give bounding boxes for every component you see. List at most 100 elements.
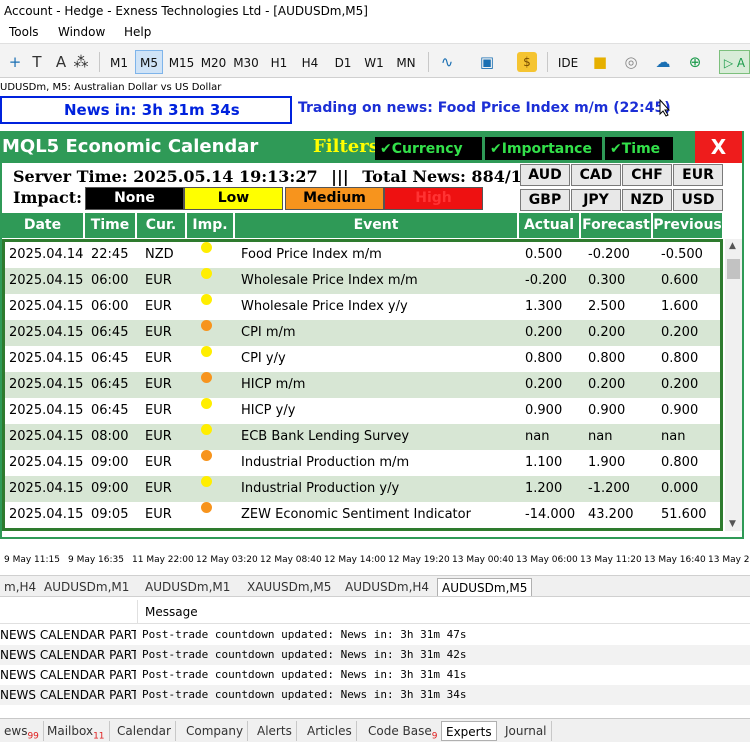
menu-window[interactable]: Window [58, 22, 105, 42]
chart-tab[interactable]: AUDUSDm,M5 [437, 578, 533, 596]
column-header-actual[interactable]: Actual [519, 213, 581, 238]
table-row[interactable]: 2025.04.15 06:45 EUR CPI m/m 0.200 0.200 0.200 [5, 320, 720, 346]
log-row[interactable]: NEWS CALENDAR PART ... Post-trade countdo… [0, 665, 750, 685]
scroll-down-icon[interactable]: ▼ [729, 519, 736, 529]
timeframe-w1-button[interactable]: W1 [361, 50, 387, 74]
timeframe-m20-button[interactable]: M20 [199, 50, 228, 74]
cell-cur: NZD [145, 247, 174, 262]
filter-importance-button[interactable]: ✔Importance [485, 137, 602, 160]
timeframe-h1-button[interactable]: H1 [266, 50, 292, 74]
table-row[interactable]: 2025.04.15 06:00 EUR Wholesale Price Index … [5, 294, 720, 320]
time-axis-label: 12 May 14:00 [324, 555, 386, 565]
filter-currency-button[interactable]: ✔Currency [375, 137, 482, 160]
menu-bar: Tools Window Help [0, 22, 750, 42]
impact-low-button[interactable]: Low [184, 187, 283, 210]
cloud-icon[interactable]: ☁ [652, 50, 674, 74]
economic-calendar-panel: MQL5 Economic Calendar Filters: ✔Currenc… [0, 131, 744, 539]
lock-icon[interactable]: ■ [589, 50, 611, 74]
timeframe-m30-button[interactable]: M30 [231, 50, 261, 74]
experts-log: Message NEWS CALENDAR PART ... Post-trade… [0, 600, 750, 718]
chart-tab[interactable]: AUDUSDm,M1 [40, 578, 133, 596]
chart-tab[interactable]: XAUUSDm,M5 [243, 578, 335, 596]
cell-actual: nan [525, 429, 550, 444]
currency-cad-button[interactable]: CAD [571, 164, 621, 186]
column-header-time[interactable]: Time [85, 213, 137, 238]
table-row[interactable]: 2025.04.15 06:45 EUR CPI y/y 0.800 0.800 0.800 [5, 346, 720, 372]
trendline-icon[interactable]: T [26, 50, 48, 74]
toolbox-tab-calendar[interactable]: Calendar [113, 721, 176, 741]
indicators-icon[interactable]: ∿ [436, 50, 458, 74]
toolbox-tab-articles[interactable]: Articles [303, 721, 357, 741]
menu-tools[interactable]: Tools [9, 22, 39, 42]
currency-usd-button[interactable]: USD [673, 189, 723, 211]
currency-eur-button[interactable]: EUR [673, 164, 723, 186]
table-row[interactable]: 2025.04.15 09:00 EUR Industrial Production … [5, 450, 720, 476]
timeframe-h4-button[interactable]: H4 [297, 50, 323, 74]
timeframe-m5-button[interactable]: M5 [135, 50, 163, 74]
table-row[interactable]: 2025.04.15 08:00 EUR ECB Bank Lending Surve… [5, 424, 720, 450]
impact-none-button[interactable]: None [85, 187, 184, 210]
ide-button[interactable]: IDE [555, 50, 581, 74]
menu-help[interactable]: Help [124, 22, 151, 42]
impact-dot-icon [201, 398, 212, 409]
scroll-thumb[interactable] [727, 259, 740, 279]
toolbox-tab-code-base[interactable]: Code Base9 [364, 721, 443, 741]
timeframe-mn-button[interactable]: MN [391, 50, 421, 74]
table-row[interactable]: 2025.04.15 06:45 EUR HICP m/m 0.200 0.200 0.20… [5, 372, 720, 398]
chart-tab[interactable]: AUDUSDm,M1 [141, 578, 234, 596]
signals-icon[interactable]: $ [517, 52, 537, 72]
table-row[interactable]: 2025.04.15 09:05 EUR ZEW Economic Sentiment… [5, 502, 720, 528]
toolbox-tab-alerts[interactable]: Alerts [253, 721, 297, 741]
close-button[interactable]: X [695, 131, 742, 163]
cell-date: 2025.04.15 [9, 429, 84, 444]
impact-dot-icon [201, 450, 212, 461]
cell-forecast: 1.900 [588, 455, 626, 470]
cell-cur: EUR [145, 429, 172, 444]
currency-jpy-button[interactable]: JPY [571, 189, 621, 211]
algo-trading-button[interactable]: ▷ A [719, 50, 750, 74]
table-row[interactable]: 2025.04.15 09:00 EUR Industrial Production … [5, 476, 720, 502]
broadcast-icon[interactable]: ◎ [620, 50, 642, 74]
toolbox-tab-ews[interactable]: ews99 [0, 721, 44, 741]
column-header-forecast[interactable]: Forecast [581, 213, 653, 238]
chart-tab[interactable]: AUDUSDm,H4 [341, 578, 433, 596]
table-scrollbar[interactable]: ▲ ▼ [725, 239, 742, 531]
filter-time-button[interactable]: ✔Time [605, 137, 673, 160]
column-header-cur[interactable]: Cur. [137, 213, 187, 238]
table-row[interactable]: 2025.04.14 22:45 NZD Food Price Index m/m 0.… [5, 242, 720, 268]
cell-cur: EUR [145, 273, 172, 288]
column-header-imp[interactable]: Imp. [187, 213, 235, 238]
log-row[interactable]: NEWS CALENDAR PART ... Post-trade countdo… [0, 625, 750, 645]
crosshair-icon[interactable]: + [4, 50, 26, 74]
toolbox-tab-journal[interactable]: Journal [501, 721, 552, 741]
impact-high-button[interactable]: High [384, 187, 483, 210]
toolbox-tab-mailbox[interactable]: Mailbox11 [43, 721, 110, 741]
currency-aud-button[interactable]: AUD [520, 164, 570, 186]
time-axis-label: 12 May 08:40 [260, 555, 322, 565]
log-message: Post-trade countdown updated: News in: 3… [142, 688, 467, 701]
column-header-previous[interactable]: Previous [653, 213, 724, 238]
timeframe-m15-button[interactable]: M15 [167, 50, 196, 74]
timeframe-d1-button[interactable]: D1 [330, 50, 356, 74]
log-row[interactable]: NEWS CALENDAR PART ... Post-trade countdo… [0, 685, 750, 705]
currency-gbp-button[interactable]: GBP [520, 189, 570, 211]
cell-actual: 0.800 [525, 351, 563, 366]
vps-icon[interactable]: ⊕ [684, 50, 706, 74]
templates-icon[interactable]: ▣ [476, 50, 498, 74]
shapes-icon[interactable]: ⁂ [70, 50, 92, 74]
chart-tab[interactable]: m,H4 [0, 578, 40, 596]
table-row[interactable]: 2025.04.15 06:00 EUR Wholesale Price Index … [5, 268, 720, 294]
table-row[interactable]: 2025.04.15 06:45 EUR HICP y/y 0.900 0.900 0.90… [5, 398, 720, 424]
column-header-event[interactable]: Event [235, 213, 519, 238]
toolbox-tab-experts[interactable]: Experts [441, 721, 497, 741]
log-row[interactable]: NEWS CALENDAR PART ... Post-trade countdo… [0, 645, 750, 665]
currency-chf-button[interactable]: CHF [622, 164, 672, 186]
timeframe-m1-button[interactable]: M1 [106, 50, 132, 74]
toolbox-tab-company[interactable]: Company [182, 721, 249, 741]
cell-previous: 1.600 [661, 299, 699, 314]
currency-nzd-button[interactable]: NZD [622, 189, 672, 211]
impact-medium-button[interactable]: Medium [285, 187, 384, 210]
column-header-date[interactable]: Date [2, 213, 85, 238]
scroll-up-icon[interactable]: ▲ [729, 241, 736, 251]
text-icon[interactable]: A [50, 50, 72, 74]
